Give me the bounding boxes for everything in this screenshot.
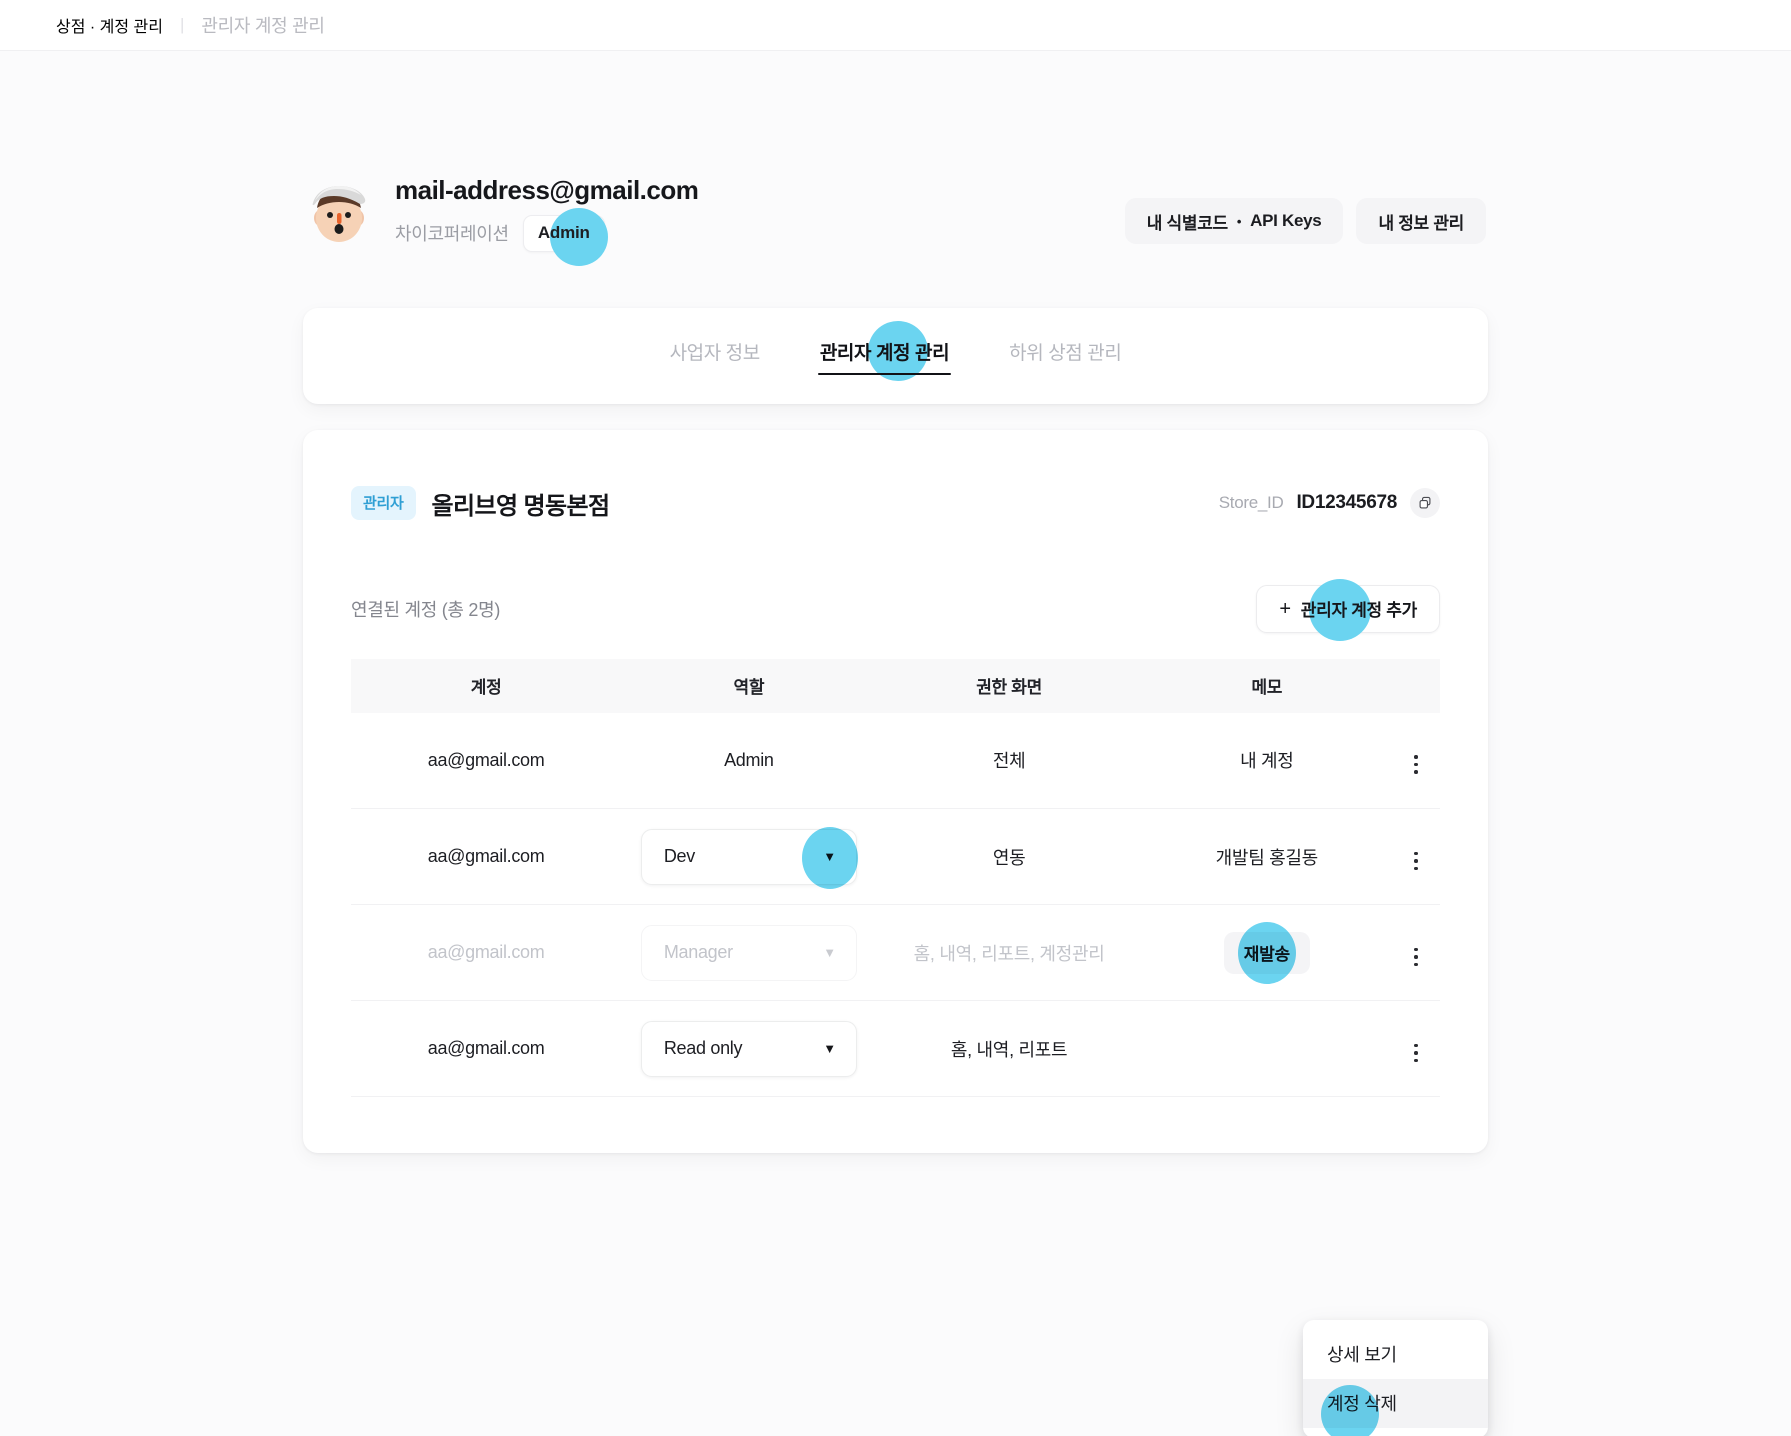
vertical-dots-icon[interactable] (1403, 1040, 1429, 1066)
cell-role: Dev ▼ (621, 808, 877, 906)
accounts-section-header: 연결된 계정 (총 2명) + 관리자 계정 추가 (351, 578, 1440, 641)
vertical-dots-icon[interactable] (1403, 752, 1429, 778)
add-admin-account-button[interactable]: + 관리자 계정 추가 (1256, 578, 1440, 641)
vertical-dots-icon[interactable] (1403, 848, 1429, 874)
tab-admin-account-management-label: 관리자 계정 관리 (819, 343, 950, 365)
cell-role: Manager ▼ (621, 904, 877, 1002)
resend-invite-label: 재발송 (1243, 945, 1290, 965)
store-id-value: ID12345678 (1296, 492, 1397, 514)
cell-memo (1141, 1000, 1392, 1098)
cell-actions (1391, 712, 1440, 810)
cell-role: Read only ▼ (621, 1000, 877, 1098)
role-select-readonly[interactable]: Read only ▼ (640, 1020, 857, 1077)
role-select-value: Manager (663, 942, 733, 963)
cell-permission: 홈, 내역, 리포트, 계정관리 (876, 904, 1142, 1002)
cell-actions (1391, 808, 1440, 906)
accounts-table-head: 계정 역할 권한 화면 메모 (351, 658, 1440, 713)
column-header-memo: 메모 (1251, 678, 1283, 698)
profile-subline: 차이코퍼레이션 Admin (395, 207, 698, 266)
table-row: aa@gmail.com Read only ▼ 홈, 내역, 리포트 (351, 1000, 1440, 1098)
breadcrumb-separator: | (179, 15, 185, 34)
store-role-badge: 관리자 (351, 486, 416, 521)
separator-dot: • (1236, 213, 1242, 229)
cell-account: aa@gmail.com (351, 808, 622, 906)
copy-icon (1419, 496, 1431, 509)
role-select-value: Read only (663, 1038, 743, 1059)
column-header-actions (1392, 659, 1440, 713)
cell-memo: 개발팀 홍길동 (1141, 808, 1392, 906)
resend-invite-button[interactable]: 재발송 (1223, 921, 1310, 984)
profile-identity: mail-address@gmail.com 차이코퍼레이션 Admin (305, 175, 699, 266)
tab-bar-card: 사업자 정보 관리자 계정 관리 하위 상점 관리 (303, 307, 1488, 404)
store-header-row: 관리자 올리브영 명동본점 Store_ID ID12345678 (351, 486, 1440, 521)
identity-api-keys-button[interactable]: 내 식별코드 • API Keys (1124, 198, 1344, 244)
my-info-button[interactable]: 내 정보 관리 (1356, 198, 1486, 244)
row-context-menu: 상세 보기 계정 삭제 (1303, 1319, 1488, 1436)
column-header-account: 계정 (470, 678, 502, 698)
tab-admin-account-management[interactable]: 관리자 계정 관리 (817, 321, 952, 382)
breadcrumb-bar: 상점 · 계정 관리 | 관리자 계정 관리 (0, 0, 1791, 51)
cell-memo: 내 계정 (1141, 712, 1392, 810)
store-name: 올리브영 명동본점 (431, 492, 611, 520)
tab-sub-store-management[interactable]: 하위 상점 관리 (1009, 338, 1122, 373)
role-select-dev[interactable]: Dev ▼ (640, 826, 858, 889)
cell-memo: 재발송 (1141, 904, 1392, 1002)
context-menu-item-view-detail-label: 상세 보기 (1327, 1345, 1397, 1366)
identity-code-label: 내 식별코드 (1146, 213, 1228, 233)
chevron-down-icon: ▼ (823, 1041, 836, 1057)
my-info-label: 내 정보 관리 (1378, 213, 1464, 233)
chevron-down-icon: ▼ (823, 945, 836, 961)
role-select-manager[interactable]: Manager ▼ (640, 924, 857, 981)
profile-role-badge[interactable]: Admin (522, 207, 608, 266)
store-id-label: Store_ID (1218, 493, 1284, 513)
profile-text-block: mail-address@gmail.com 차이코퍼레이션 Admin (395, 175, 699, 266)
table-row: aa@gmail.com Manager ▼ 홈, 내역, 리포트, 계정관리 (351, 904, 1440, 1002)
cell-account: aa@gmail.com (351, 712, 622, 810)
store-id-group: Store_ID ID12345678 (1218, 488, 1440, 519)
cell-actions (1391, 1000, 1440, 1098)
vertical-dots-icon[interactable] (1403, 944, 1429, 970)
tab-business-info-label: 사업자 정보 (669, 343, 761, 365)
breadcrumb-current: 관리자 계정 관리 (201, 16, 325, 36)
profile-email: mail-address@gmail.com (395, 175, 699, 205)
cell-permission: 연동 (876, 808, 1142, 906)
cell-permission: 전체 (876, 712, 1142, 810)
tab-business-info[interactable]: 사업자 정보 (669, 338, 761, 373)
api-keys-label: API Keys (1250, 211, 1322, 230)
column-header-role: 역할 (733, 678, 765, 698)
chevron-down-icon: ▼ (823, 849, 836, 865)
admin-accounts-card: 관리자 올리브영 명동본점 Store_ID ID12345678 연결된 계정… (303, 429, 1488, 1436)
table-row: aa@gmail.com Admin 전체 내 계정 (351, 712, 1440, 810)
linked-accounts-count: 연결된 계정 (총 2명) (351, 599, 501, 620)
page-content: mail-address@gmail.com 차이코퍼레이션 Admin 내 식… (303, 51, 1488, 1436)
page-root: mail-address@gmail.com 차이코퍼레이션 Admin 내 식… (0, 51, 1791, 1436)
cell-role: Admin (621, 712, 877, 810)
copy-icon-button[interactable] (1410, 488, 1440, 519)
cell-account: aa@gmail.com (351, 904, 622, 1002)
breadcrumb-main[interactable]: 상점 · 계정 관리 (56, 13, 163, 37)
table-header-row: 계정 역할 권한 화면 메모 (351, 658, 1440, 713)
cell-actions (1391, 904, 1440, 1002)
profile-company: 차이코퍼레이션 (395, 224, 509, 245)
cell-account: aa@gmail.com (351, 1000, 622, 1098)
accounts-table: 계정 역할 권한 화면 메모 aa@gmail.com Admin 전체 내 계… (351, 658, 1440, 1098)
plus-icon: + (1279, 597, 1291, 620)
accounts-table-body: aa@gmail.com Admin 전체 내 계정 aa@gmail.com (351, 712, 1440, 1098)
header-action-buttons: 내 식별코드 • API Keys 내 정보 관리 (1124, 176, 1486, 244)
role-select-value: Dev (663, 846, 695, 867)
table-row: aa@gmail.com Dev ▼ 연동 개발팀 홍길동 (351, 808, 1440, 906)
profile-role-badge-label: Admin (537, 222, 590, 242)
context-menu-item-delete-account-label: 계정 삭제 (1327, 1394, 1397, 1415)
context-menu-item-delete-account[interactable]: 계정 삭제 (1303, 1378, 1488, 1436)
context-menu-item-view-detail[interactable]: 상세 보기 (1303, 1330, 1488, 1379)
tab-sub-store-management-label: 하위 상점 관리 (1009, 343, 1122, 365)
store-title-group: 관리자 올리브영 명동본점 (351, 486, 611, 521)
add-admin-account-label: 관리자 계정 추가 (1300, 601, 1418, 621)
column-header-permission: 권한 화면 (976, 678, 1042, 698)
profile-header: mail-address@gmail.com 차이코퍼레이션 Admin 내 식… (303, 175, 1488, 266)
person-with-cap-avatar-icon (305, 180, 373, 248)
cell-permission: 홈, 내역, 리포트 (876, 1000, 1142, 1098)
